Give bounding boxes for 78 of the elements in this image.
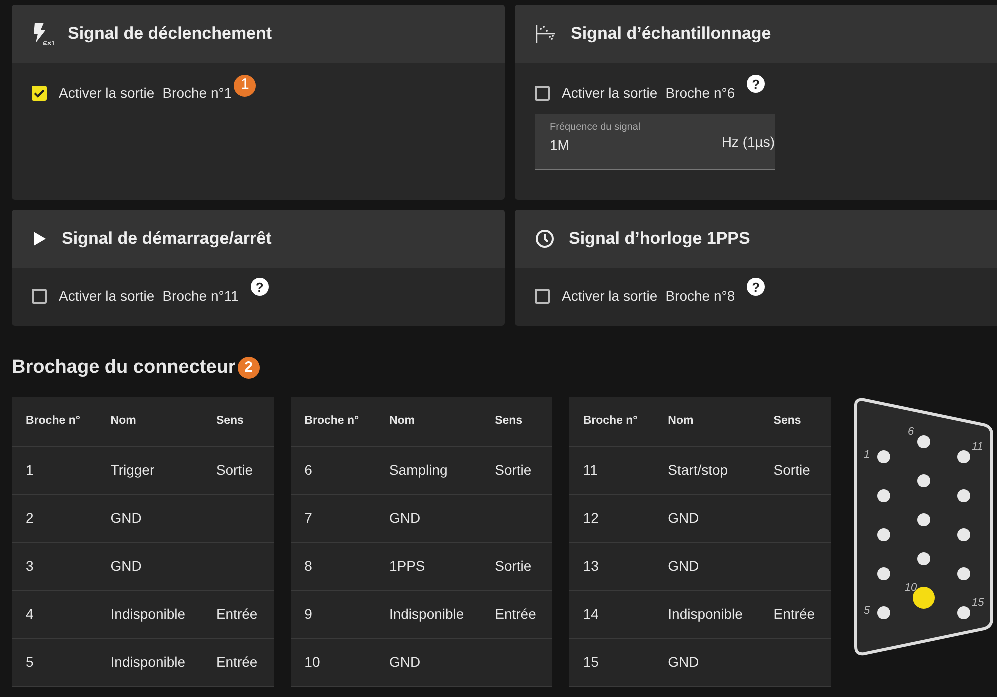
frequency-field[interactable]: Fréquence du signal 1M Hz (1µs) bbox=[535, 114, 775, 170]
field-value: 1M bbox=[550, 137, 570, 153]
callout-number: 1 bbox=[234, 74, 256, 96]
checkbox-label: Activer la sortie bbox=[59, 84, 155, 103]
unit-label: Hz (1µs) bbox=[722, 133, 775, 152]
table-cell: 1 bbox=[26, 462, 34, 478]
table-cell: GND bbox=[110, 558, 142, 574]
field-label: Fréquence du signal bbox=[550, 121, 641, 135]
table-cell: Indisponible bbox=[110, 654, 186, 670]
table-cell: Entrée bbox=[216, 606, 258, 622]
table-cell: 2 bbox=[26, 510, 34, 526]
sampling-icon bbox=[535, 23, 557, 45]
table-cell: 11 bbox=[583, 462, 598, 478]
table-cell: 13 bbox=[583, 558, 599, 574]
column-header: Broche n° bbox=[569, 396, 654, 446]
table-cell: 15 bbox=[583, 654, 599, 670]
card-title: Signal d’horloge 1PPS bbox=[569, 228, 750, 250]
table-cell: 4 bbox=[26, 606, 34, 622]
card-title: Signal de démarrage/arrêt bbox=[62, 228, 272, 250]
pin-label: Broche n°8 bbox=[666, 287, 736, 306]
checkbox[interactable] bbox=[32, 289, 47, 304]
help-icon[interactable]: ? bbox=[747, 75, 766, 93]
table-cell: 10 bbox=[304, 654, 320, 670]
checkbox[interactable] bbox=[32, 86, 47, 101]
play-icon bbox=[32, 231, 48, 247]
clock-icon bbox=[535, 229, 555, 249]
table-cell: Indisponible bbox=[668, 606, 743, 622]
table-cell: 7 bbox=[304, 510, 312, 526]
table-cell: Sampling bbox=[389, 462, 448, 478]
table-cell: Indisponible bbox=[110, 606, 186, 622]
help-icon[interactable]: ? bbox=[747, 278, 766, 296]
section-title: Brochage du connecteur bbox=[12, 356, 236, 380]
table-cell: Indisponible bbox=[389, 606, 464, 622]
table-cell: Start/stop bbox=[668, 462, 728, 478]
checkbox[interactable] bbox=[535, 86, 550, 101]
check-icon bbox=[34, 89, 45, 98]
pin-label: Broche n°1 bbox=[162, 84, 232, 103]
table-cell: 9 bbox=[304, 606, 312, 622]
table-cell: GND bbox=[389, 654, 421, 670]
column-header: Sens bbox=[760, 396, 832, 446]
table-cell: GND bbox=[389, 510, 421, 526]
column-header: Broche n° bbox=[12, 396, 97, 446]
table-cell: 6 bbox=[304, 462, 312, 478]
lightning-bolt-icon bbox=[32, 22, 54, 46]
column-header: Nom bbox=[375, 396, 482, 446]
column-header: Nom bbox=[96, 396, 202, 446]
pin-label: Broche n°11 bbox=[162, 287, 239, 306]
table-cell: 12 bbox=[583, 510, 599, 526]
column-header: Nom bbox=[654, 396, 760, 446]
pin-label: Broche n°6 bbox=[666, 84, 736, 103]
table-cell: Sortie bbox=[495, 558, 532, 574]
checkbox[interactable] bbox=[535, 289, 550, 304]
column-header: Sens bbox=[202, 396, 274, 446]
table-cell: GND bbox=[668, 558, 700, 574]
table-cell: GND bbox=[110, 510, 142, 526]
table-cell: Entrée bbox=[216, 654, 258, 670]
table-cell: GND bbox=[668, 654, 700, 670]
card-title: Signal d’échantillonnage bbox=[571, 23, 772, 46]
table-cell: Trigger bbox=[110, 462, 155, 478]
column-header: Sens bbox=[481, 396, 552, 446]
checkbox-label: Activer la sortie bbox=[562, 287, 658, 306]
table-cell: 8 bbox=[304, 558, 312, 574]
table-cell: GND bbox=[668, 510, 700, 526]
help-icon[interactable]: ? bbox=[250, 278, 269, 296]
table-cell: Sortie bbox=[495, 462, 532, 478]
table-cell: Entrée bbox=[774, 606, 816, 622]
checkbox-label: Activer la sortie bbox=[59, 287, 155, 306]
table-cell: 5 bbox=[26, 654, 34, 670]
callout-number: 2 bbox=[238, 357, 260, 380]
card-title: Signal de déclenchement bbox=[68, 23, 272, 46]
table-cell: Sortie bbox=[216, 462, 254, 478]
checkbox-label: Activer la sortie bbox=[562, 84, 658, 103]
table-cell: 1PPS bbox=[389, 558, 426, 574]
table-cell: Sortie bbox=[774, 462, 810, 478]
table-cell: Entrée bbox=[495, 606, 536, 622]
column-header: Broche n° bbox=[290, 396, 376, 446]
table-cell: 14 bbox=[583, 606, 599, 622]
table-cell: 3 bbox=[26, 558, 34, 574]
